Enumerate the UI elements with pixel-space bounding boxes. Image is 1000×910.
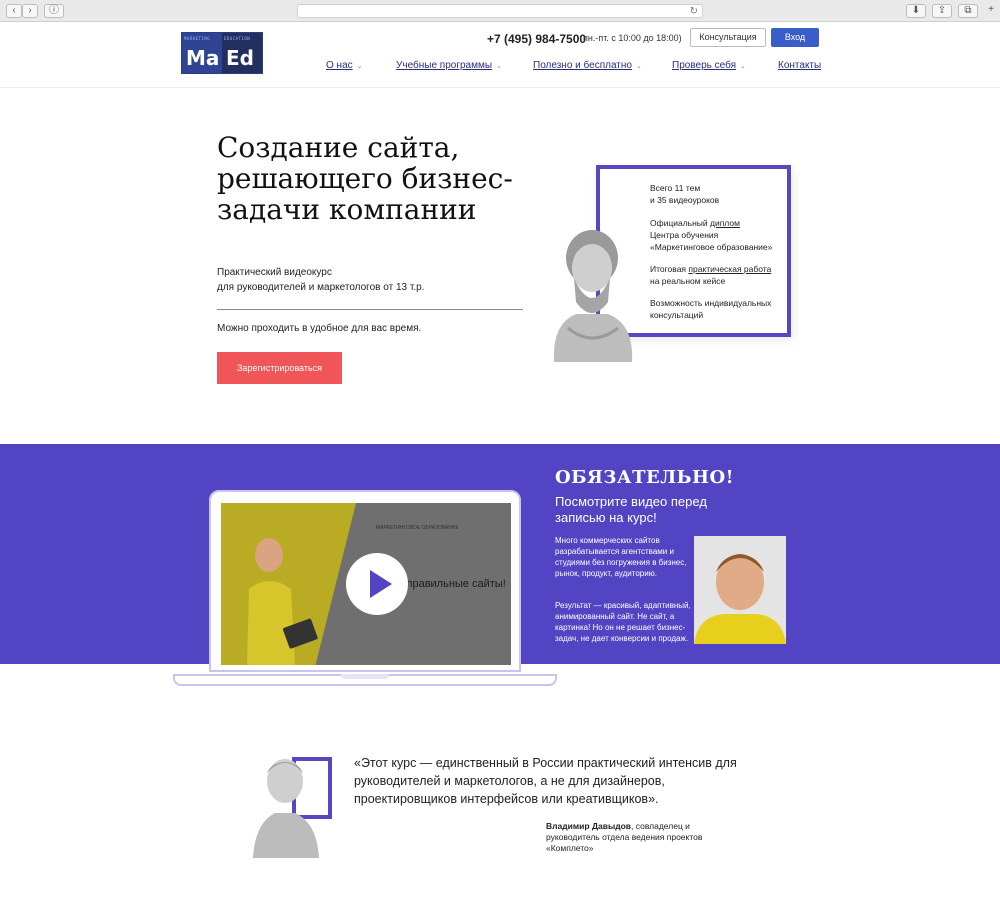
tabs-icon[interactable]: ⧉ xyxy=(958,4,978,18)
new-tab-icon[interactable]: + xyxy=(984,4,998,18)
must-heading: ОБЯЗАТЕЛЬНО! xyxy=(555,467,735,488)
divider xyxy=(217,309,523,310)
nav-label: Учебные программы xyxy=(396,60,493,71)
info-icon[interactable]: ⓘ xyxy=(44,4,64,18)
feature-text: Итоговая xyxy=(650,264,689,274)
nav-item-about[interactable]: О нас ⌄ xyxy=(326,60,363,71)
working-hours: (пн.-пт. с 10:00 до 18:00) xyxy=(580,33,682,43)
hero-title: Создание сайта, решающего бизнес-задачи … xyxy=(217,131,513,226)
reload-icon[interactable]: ↻ xyxy=(690,5,698,18)
back-icon[interactable]: ‹ xyxy=(6,4,22,18)
chevron-down-icon: ⌄ xyxy=(740,63,746,70)
nav-label: Контакты xyxy=(778,60,822,71)
play-icon xyxy=(370,570,392,598)
chevron-down-icon: ⌄ xyxy=(356,63,363,70)
nav-item-programs[interactable]: Учебные программы ⌄ xyxy=(396,60,502,71)
feature-text: на реальном кейсе xyxy=(650,276,726,286)
nav-item-useful[interactable]: Полезно и бесплатно ⌄ xyxy=(533,60,642,71)
logo-small-text: EDUCATION xyxy=(224,36,251,41)
practical-work-link[interactable]: практическая работа xyxy=(688,264,771,274)
hero-subtitle-line: Практический видеокурс xyxy=(217,267,332,278)
author-name: Владимир Давыдов xyxy=(546,821,632,831)
browser-toolbar: ‹ › ⓘ ↻ ⬇ ⇪ ⧉ + xyxy=(0,0,1000,22)
testimonial-author: Владимир Давыдов, совладелец и руководит… xyxy=(546,821,726,854)
register-button[interactable]: Зарегистрироваться xyxy=(217,352,342,384)
feature-item: Итоговая практическая работа на реальном… xyxy=(650,263,790,287)
philosopher-bust-image xyxy=(553,230,633,362)
feature-text: Центра обучения xyxy=(650,230,719,240)
share-icon[interactable]: ⇪ xyxy=(932,4,952,18)
nav-label: Проверь себя xyxy=(672,60,736,71)
feature-text: «Маркетинговое образование» xyxy=(650,242,773,252)
presenter-image xyxy=(247,538,318,665)
hero-subtitle: Практический видеокурс для руководителей… xyxy=(217,265,517,295)
play-button[interactable] xyxy=(346,553,408,615)
feature-text: Всего 11 тем xyxy=(650,183,701,193)
hero-subtitle-line: для руководителей и маркетологов от 13 т… xyxy=(217,282,425,293)
download-icon[interactable]: ⬇ xyxy=(906,4,926,18)
watch-video-heading: Посмотрите видео перед записью на курс! xyxy=(555,494,707,525)
nav-item-contacts[interactable]: Контакты xyxy=(778,60,821,71)
laptop-frame: МАРКЕТИНГОВОЕ ОБРАЗОВАНИЕ і правильные с… xyxy=(209,490,521,672)
testimonial-quote: «Этот курс — единственный в России практ… xyxy=(354,756,737,806)
diploma-link[interactable]: диплом xyxy=(710,218,740,228)
laptop-notch xyxy=(341,674,389,679)
address-bar[interactable]: ↻ xyxy=(297,4,703,18)
logo[interactable]: MARKETING Ma EDUCATION Ed xyxy=(181,32,263,74)
nav-label: О нас xyxy=(326,60,353,71)
consultation-button[interactable]: Консультация xyxy=(690,28,766,47)
logo-text: Ma xyxy=(186,46,220,70)
login-button[interactable]: Вход xyxy=(771,28,819,47)
feature-text: Официальный xyxy=(650,218,710,228)
screen-logo: МАРКЕТИНГОВОЕ ОБРАЗОВАНИЕ xyxy=(376,525,459,531)
feature-text: и 35 видеоуроков xyxy=(650,195,720,205)
feature-item: Возможность индивидуальных консультаций xyxy=(650,297,790,321)
chevron-down-icon: ⌄ xyxy=(496,63,502,70)
site-header: MARKETING Ma EDUCATION Ed +7 (495) 984-7… xyxy=(0,22,1000,88)
caesar-bust-image xyxy=(253,759,319,858)
chevron-down-icon: ⌄ xyxy=(635,63,642,70)
logo-text: Ed xyxy=(226,46,254,70)
video-player[interactable]: МАРКЕТИНГОВОЕ ОБРАЗОВАНИЕ і правильные с… xyxy=(221,503,511,665)
feature-item: Официальный диплом Центра обучения «Марк… xyxy=(650,217,790,253)
feature-text: Возможность индивидуальных xyxy=(650,298,772,308)
hero-note: Можно проходить в удобное для вас время. xyxy=(217,323,422,334)
feature-text: консультаций xyxy=(650,310,704,320)
screen-text: і правильные сайты! xyxy=(401,578,506,590)
video-description: Результат — красивый, адаптивный, анимир… xyxy=(555,601,691,643)
nav-label: Полезно и бесплатно xyxy=(533,60,632,71)
feature-item: Всего 11 тем и 35 видеоуроков xyxy=(650,182,790,206)
nav-item-test[interactable]: Проверь себя ⌄ xyxy=(672,60,746,71)
video-description: Много коммерческих сайтов разрабатываетс… xyxy=(555,536,687,578)
logo-small-text: MARKETING xyxy=(184,36,211,41)
phone-number[interactable]: +7 (495) 984-7500 xyxy=(487,32,586,46)
forward-icon[interactable]: › xyxy=(22,4,38,18)
speaker-photo xyxy=(694,536,786,644)
